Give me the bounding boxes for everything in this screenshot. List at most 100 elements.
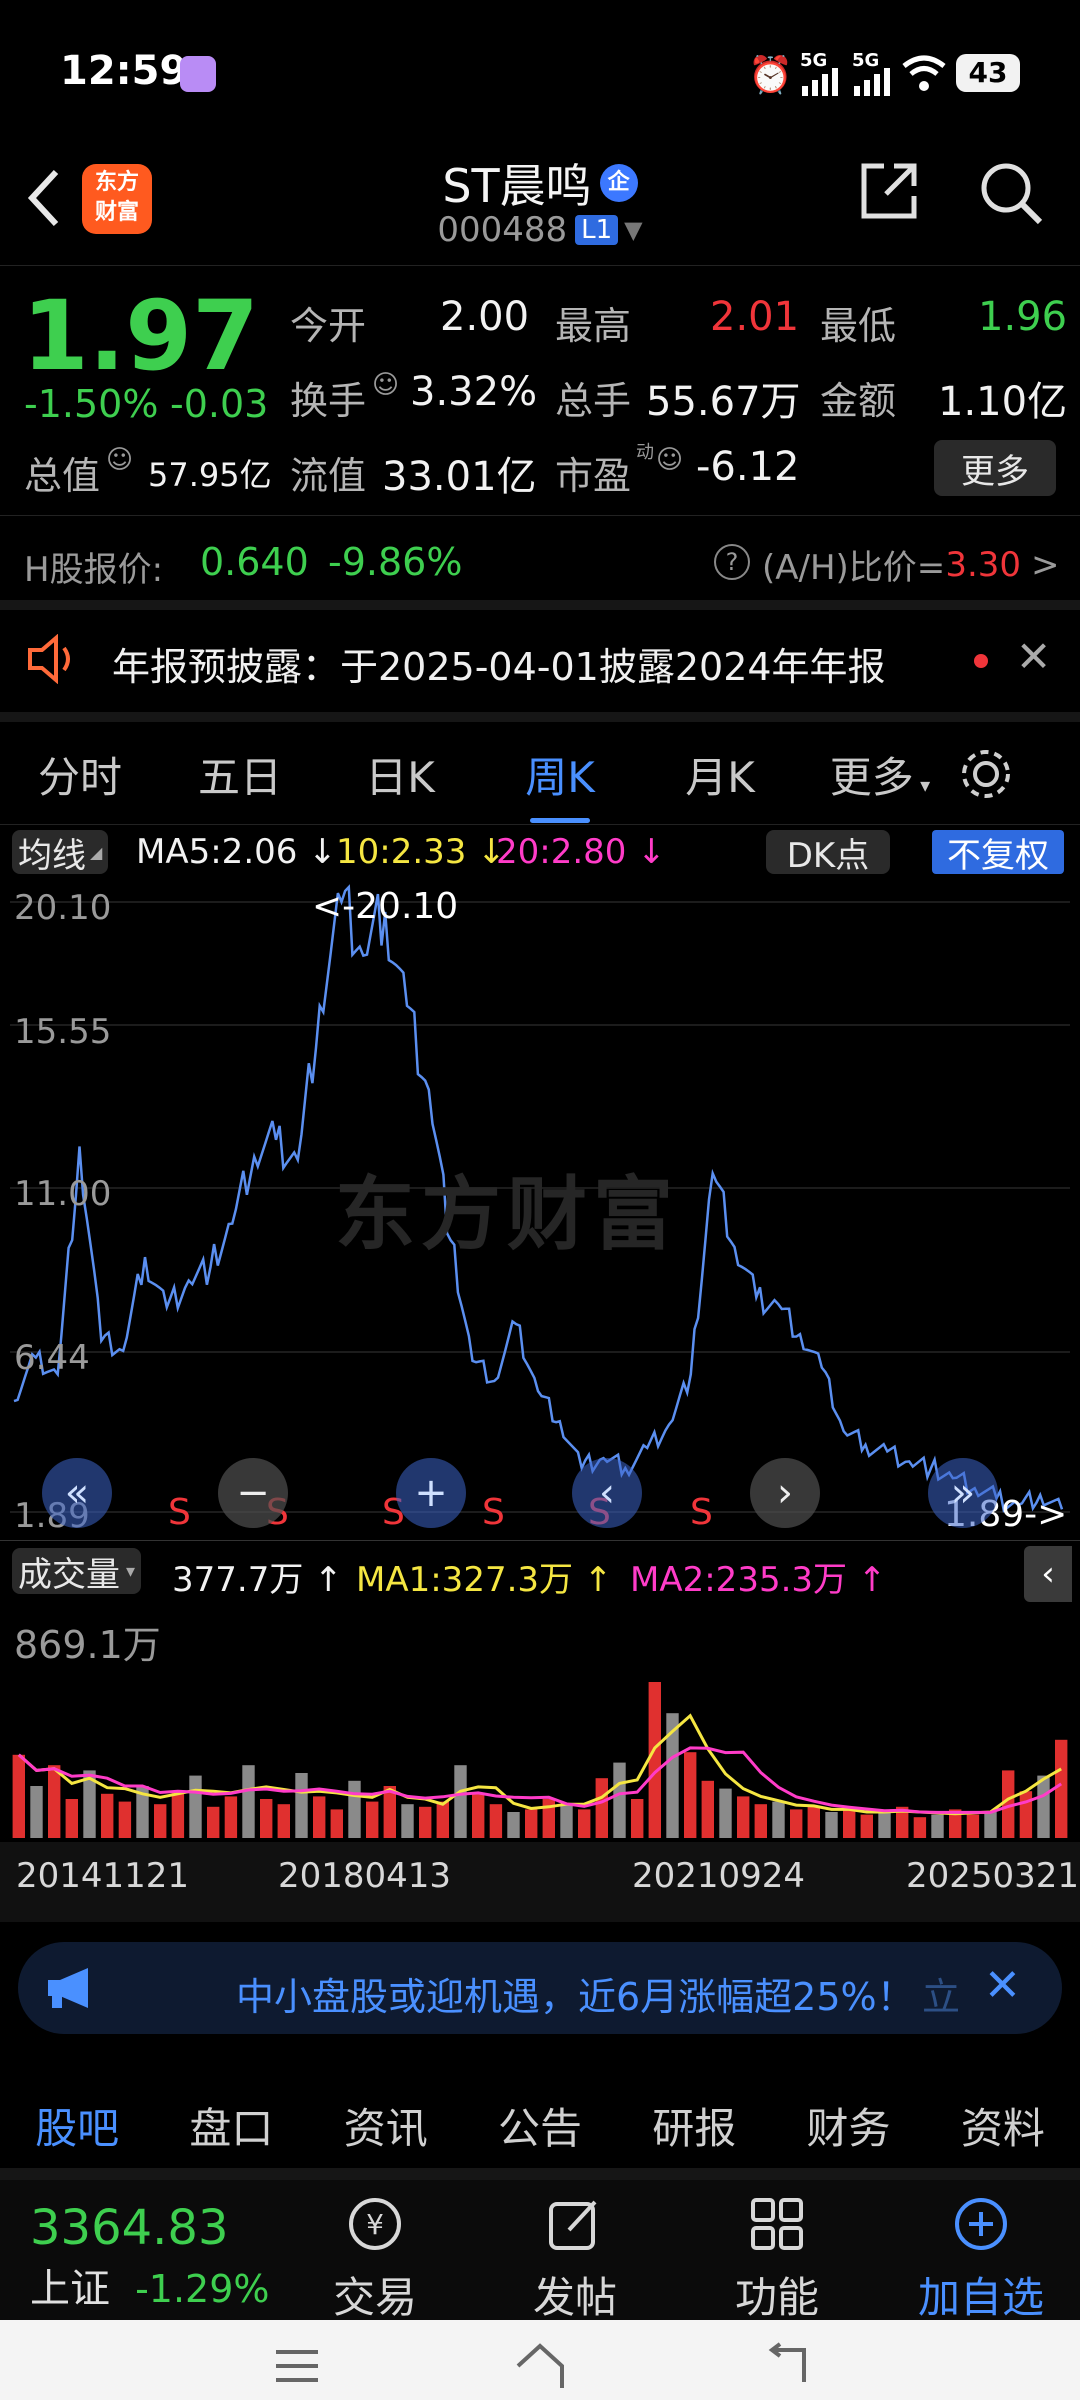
volume-bar [648, 1682, 661, 1838]
tab-intraday[interactable]: 分时 [0, 744, 160, 805]
ma-toggle[interactable]: 均线 ◢ [12, 830, 109, 876]
zoom-in-icon[interactable]: + [396, 1458, 466, 1528]
add-watchlist-button[interactable]: 加自选 [906, 2194, 1056, 2325]
volume-bar [472, 1793, 485, 1838]
tab-order-book[interactable]: 盘口 [189, 2095, 273, 2156]
float-cap-label: 流值 [290, 454, 367, 498]
add-watchlist-label: 加自选 [917, 2273, 1044, 2322]
tab-research[interactable]: 研报 [652, 2095, 736, 2156]
close-icon[interactable]: ✕ [984, 1960, 1021, 2011]
volume-bar [984, 1812, 997, 1838]
trade-button[interactable]: ¥ 交易 [320, 2194, 430, 2325]
high-value: 2.01 [710, 294, 800, 340]
more-button[interactable]: 更多 [934, 440, 1056, 496]
h-share-price: 0.640 [200, 540, 309, 584]
index-name: 上证 [30, 2266, 110, 2312]
unread-dot [974, 654, 988, 668]
stock-header: 东方 财富 ST晨鸣 企 000488 L1 ▼ [0, 150, 1080, 260]
functions-button[interactable]: 功能 [722, 2194, 832, 2325]
volume-bar [154, 1804, 167, 1838]
gear-icon[interactable] [956, 744, 1016, 804]
volume-bar [242, 1765, 255, 1838]
info-icon[interactable]: ☺ [106, 445, 133, 475]
chevron-right-icon: > [1031, 544, 1060, 585]
amount-label: 金额 [820, 379, 897, 423]
market-cap-value: 57.95亿 [148, 456, 272, 494]
collapse-panel-button[interactable]: ‹ [1024, 1546, 1072, 1602]
quote-panel: 1.97 -1.50% -0.03 今开 2.00 最高 2.01 最低 1.9… [0, 270, 1080, 510]
wifi-icon [902, 55, 946, 91]
info-icon[interactable]: ☺ [656, 445, 683, 475]
volume-bar [101, 1793, 114, 1838]
tab-daily-k[interactable]: 日K [320, 744, 480, 805]
ma10-value: 10:2.33 ↓ [336, 832, 506, 872]
rewind-icon[interactable]: « [42, 1458, 112, 1528]
price-axis-label: 6.44 [14, 1338, 90, 1378]
help-icon[interactable]: ? [714, 544, 750, 580]
post-button[interactable]: 发帖 [520, 2194, 630, 2325]
volume-indicator-toggle[interactable]: 成交量 ▾ [12, 1548, 142, 1595]
h-share-label: H股报价: [24, 550, 164, 590]
volume-bar [489, 1804, 503, 1838]
volume-value: 377.7万 ↑ [172, 1560, 343, 1600]
adjust-button[interactable]: 不复权 [932, 830, 1064, 876]
market-cap-label: 总值 [24, 454, 101, 498]
open-value: 2.00 [440, 294, 530, 340]
tab-news[interactable]: 资讯 [344, 2095, 428, 2156]
tab-profile[interactable]: 资料 [961, 2095, 1045, 2156]
pe-value: -6.12 [696, 444, 800, 490]
change-value: -0.03 [170, 382, 269, 426]
volume-bar [12, 1754, 25, 1838]
notice-bar[interactable]: 年报预披露：于2025-04-01披露2024年年报 ✕ [0, 610, 1080, 710]
volume-bar [189, 1775, 202, 1838]
status-bar: 12:59 ⏰ 5G 5G 43 [0, 0, 1080, 150]
dk-point-button[interactable]: DK点 [766, 830, 890, 876]
search-icon[interactable] [978, 160, 1046, 228]
home-icon[interactable] [512, 2340, 568, 2390]
promo-banner[interactable]: 中小盘股或迎机遇，近6月涨幅超25%！ 立 ✕ [18, 1942, 1062, 2034]
chevron-down-icon[interactable]: ▼ [624, 216, 642, 244]
tab-weekly-k[interactable]: 周K [480, 744, 640, 823]
app-badge-icon [180, 56, 216, 92]
menu-icon[interactable] [272, 2346, 322, 2386]
back-icon[interactable] [758, 2342, 814, 2386]
battery-indicator: 43 [956, 54, 1020, 92]
level-badge[interactable]: L1 [575, 215, 619, 245]
date-label: 20141121 [16, 1856, 190, 1896]
share-icon[interactable] [858, 160, 920, 222]
grid-icon [751, 2198, 803, 2250]
index-ticker[interactable]: 3364.83 上证 -1.29% [30, 2200, 290, 2314]
megaphone-icon [48, 1968, 88, 2008]
volume-bar [260, 1799, 273, 1838]
step-back-icon[interactable]: ‹ [572, 1458, 642, 1528]
promo-text: 中小盘股或迎机遇，近6月涨幅超25%！ [236, 1975, 915, 2019]
h-share-row: H股报价: 0.640 -9.86% ? (A/H)比价= 3.30 > [0, 520, 1080, 610]
volume-chart[interactable]: 869.1万 [10, 1602, 1070, 1842]
tab-financials[interactable]: 财务 [807, 2095, 891, 2156]
tab-five-day[interactable]: 五日 [160, 744, 320, 805]
volume-indicator-label: 成交量 [18, 1554, 120, 1595]
tab-forum[interactable]: 股吧 [35, 2095, 119, 2174]
promo-tail: 立 [922, 1975, 961, 2019]
info-icon[interactable]: ☺ [372, 370, 399, 400]
volume-bar [30, 1786, 43, 1838]
ah-ratio-link[interactable]: (A/H)比价= 3.30 > [762, 540, 1060, 589]
zoom-out-icon[interactable]: − [218, 1458, 288, 1528]
trade-icon: ¥ [349, 2198, 401, 2250]
signal-1-icon [802, 68, 838, 96]
content-tabs: 股吧 盘口 资讯 公告 研报 财务 资料 [0, 2070, 1080, 2180]
alarm-icon: ⏰ [748, 55, 793, 96]
close-icon[interactable]: ✕ [1016, 632, 1051, 681]
volume-chart-svg [12, 1682, 1068, 1838]
ma20-value: 20:2.80 ↓ [496, 832, 666, 872]
price-chart[interactable]: 东方财富 20.10 15.55 11.00 6.44 1.89 <-20.10… [10, 880, 1070, 1540]
s-marker: S [690, 1492, 713, 1533]
step-forward-icon[interactable]: › [750, 1458, 820, 1528]
tab-announcements[interactable]: 公告 [498, 2095, 582, 2156]
stock-code: 000488 [437, 210, 568, 250]
fast-forward-icon[interactable]: » [928, 1458, 998, 1528]
volume-bar [807, 1806, 820, 1838]
add-circle-icon [955, 2198, 1007, 2250]
tab-monthly-k[interactable]: 月K [640, 744, 800, 805]
tab-more[interactable]: 更多 ▾ [800, 744, 960, 805]
